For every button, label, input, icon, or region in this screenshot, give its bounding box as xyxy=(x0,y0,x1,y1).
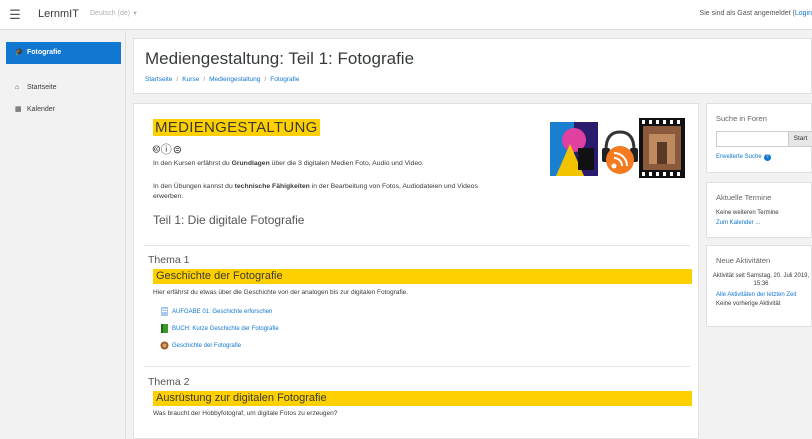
breadcrumb-startseite[interactable]: Startseite xyxy=(145,76,172,83)
activity-link[interactable]: AUFGABE 01: Geschichte erforschen xyxy=(160,307,272,317)
top-navbar: ☰ LernmIT Deutsch (de) ▼ Sie sind als Gas… xyxy=(0,0,812,30)
page-icon xyxy=(160,341,169,350)
home-icon: ⌂ xyxy=(15,84,20,91)
advanced-search-label: Erweiterte Suche xyxy=(716,154,762,160)
book-icon xyxy=(161,324,168,333)
topic-description: Was braucht der Hobbyfotograf, um digita… xyxy=(153,410,338,417)
block-title: Suche in Foren xyxy=(716,114,767,123)
recent-activity-block: Neue Aktivitäten Aktivität seit Samstag,… xyxy=(706,245,812,327)
activity-link[interactable]: BUCH: Kurze Geschichte der Fotografie xyxy=(160,324,279,334)
topic-label: Thema 1 xyxy=(148,254,190,266)
login-info-text: Sie sind als Gast angemeldet ( xyxy=(699,10,795,17)
breadcrumb-kurse[interactable]: Kurse xyxy=(182,76,199,83)
activity-label: BUCH: Kurze Geschichte der Fotografie xyxy=(172,326,279,333)
no-events-text: Keine weiteren Termine xyxy=(716,210,779,216)
language-menu[interactable]: Deutsch (de) ▼ xyxy=(90,10,138,17)
drawer-item-startseite[interactable]: ⌂ Startseite xyxy=(6,77,121,99)
breadcrumb-separator: / xyxy=(176,76,179,83)
help-icon[interactable]: ? xyxy=(763,154,771,161)
breadcrumb-fotografie[interactable]: Fotografie xyxy=(270,76,299,83)
language-label: Deutsch (de) xyxy=(90,10,131,17)
video-filmstrip-image xyxy=(639,118,685,178)
block-title: Neue Aktivitäten xyxy=(716,256,771,265)
login-link[interactable]: Login xyxy=(795,10,812,17)
menu-toggle-icon[interactable]: ☰ xyxy=(6,6,24,24)
intro-text-bold: Grundlagen xyxy=(231,160,270,167)
intro-text-bold: technische Fähigkeiten xyxy=(234,183,310,190)
search-forums-block: Suche in Foren Start Erweiterte Suche? xyxy=(706,103,812,173)
search-button[interactable]: Start xyxy=(788,131,812,147)
no-activity-text: Keine vorherige Aktivität xyxy=(716,301,781,307)
caret-down-icon: ▼ xyxy=(132,11,139,17)
graduation-cap-icon: 🎓 xyxy=(15,49,24,56)
nav-drawer: 🎓 Fotografie ⌂ Startseite ▦ Kalender xyxy=(0,31,126,439)
intro-text-2: In den Übungen kannst du technische Fähi… xyxy=(153,182,503,202)
intro-text-1: In den Kursen erfährst du Grundlagen übe… xyxy=(153,160,424,167)
topic-title: Geschichte der Fotografie xyxy=(153,269,692,284)
drawer-item-fotografie[interactable]: 🎓 Fotografie xyxy=(6,42,121,64)
page-title: Mediengestaltung: Teil 1: Fotografie xyxy=(145,49,415,68)
calendar-icon: ▦ xyxy=(15,106,22,113)
breadcrumb-separator: / xyxy=(203,76,206,83)
upcoming-events-block: Aktuelle Termine Keine weiteren Termine … xyxy=(706,182,812,238)
drawer-item-label: Fotografie xyxy=(26,49,62,56)
intro-text-part: In den Kursen erfährst du xyxy=(153,160,232,167)
block-title: Aktuelle Termine xyxy=(716,193,772,202)
site-brand[interactable]: LernmIT xyxy=(38,8,79,20)
advanced-search-link[interactable]: Erweiterte Suche? xyxy=(716,154,771,161)
course-summary-heading: MEDIENGESTALTUNG xyxy=(153,119,320,136)
intro-text-part: In den Übungen kannst du xyxy=(153,183,235,190)
breadcrumb-separator: / xyxy=(264,76,267,83)
all-activity-link[interactable]: Alle Aktivitäten der letzten Zeit xyxy=(716,292,796,298)
creative-commons-icon: 🅭ⓘ⊜ xyxy=(153,144,183,156)
section-divider xyxy=(144,366,690,367)
intro-text-part: über die 3 digitalen Medien Foto, Audio … xyxy=(269,160,424,167)
course-content: MEDIENGESTALTUNG 🅭ⓘ⊜ In den Kursen erfäh… xyxy=(133,103,699,439)
drawer-item-label: Startseite xyxy=(26,84,57,91)
section-divider xyxy=(144,245,690,246)
assignment-icon xyxy=(161,307,168,316)
breadcrumb: Startseite / Kurse / Mediengestaltung / Fotogr… xyxy=(145,76,300,83)
audio-podcast-image xyxy=(602,130,638,174)
part-title: Teil 1: Die digitale Fotografie xyxy=(153,213,305,227)
activity-label: Geschichte der Fotografie xyxy=(172,343,242,350)
breadcrumb-mediengestaltung[interactable]: Mediengestaltung xyxy=(209,76,260,83)
activity-link[interactable]: Geschichte der Fotografie xyxy=(160,341,241,351)
photo-art-image xyxy=(550,122,598,176)
drawer-item-kalender[interactable]: ▦ Kalender xyxy=(6,99,121,121)
search-input[interactable] xyxy=(716,131,789,147)
calendar-link[interactable]: Zum Kalender ... xyxy=(716,220,760,226)
page-header: Mediengestaltung: Teil 1: Fotografie Sta… xyxy=(133,38,812,94)
activity-since-text: Aktivität seit Samstag, 20. Juli 2019, 1… xyxy=(712,273,810,287)
topic-label: Thema 2 xyxy=(148,376,190,388)
activity-label: AUFGABE 01: Geschichte erforschen xyxy=(172,309,273,316)
topic-title: Ausrüstung zur digitalen Fotografie xyxy=(153,391,692,406)
topic-description: Hier erfährst du etwas über die Geschich… xyxy=(153,289,409,296)
drawer-item-label: Kalender xyxy=(26,106,55,113)
login-info: Sie sind als Gast angemeldet (Login xyxy=(700,10,812,17)
